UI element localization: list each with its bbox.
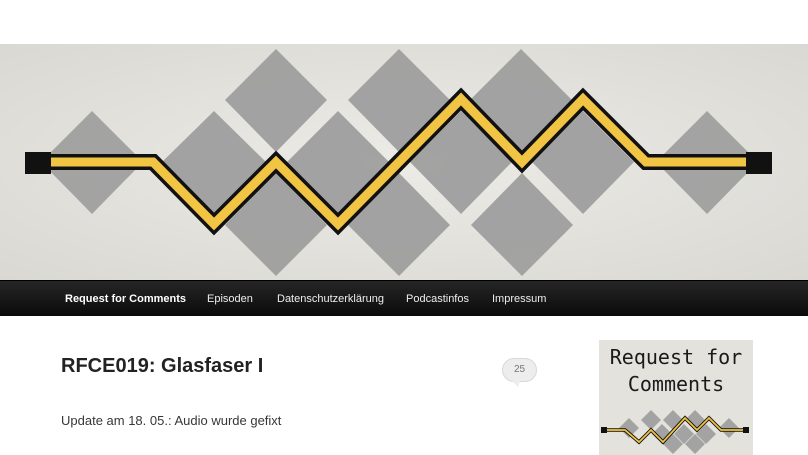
nav-item-episoden[interactable]: Episoden <box>207 281 253 317</box>
top-whitespace <box>0 0 808 44</box>
banner-graphic <box>0 44 808 280</box>
nav-item-home[interactable]: Request for Comments <box>65 281 186 317</box>
sidebar-podcast-logo[interactable]: Request for Comments <box>599 340 753 455</box>
connector-left <box>25 152 51 174</box>
post-title[interactable]: RFCE019: Glasfaser I <box>61 355 263 378</box>
post-excerpt: Update am 18. 05.: Audio wurde gefixt <box>61 413 282 428</box>
comment-count-bubble[interactable]: 25 <box>502 358 537 387</box>
main-navigation: Request for Comments Episoden Datenschut… <box>0 280 808 316</box>
logo-title: Request for Comments <box>599 344 753 398</box>
nav-item-datenschutz[interactable]: Datenschutzerklärung <box>277 281 384 317</box>
nav-item-podcastinfos[interactable]: Podcastinfos <box>406 281 469 317</box>
comment-count: 25 <box>513 364 526 375</box>
header-banner-image[interactable] <box>0 44 808 280</box>
nav-item-impressum[interactable]: Impressum <box>492 281 546 317</box>
logo-line-1: Request for <box>609 345 743 369</box>
connector-right <box>746 152 772 174</box>
logo-line-2: Comments <box>627 372 725 396</box>
